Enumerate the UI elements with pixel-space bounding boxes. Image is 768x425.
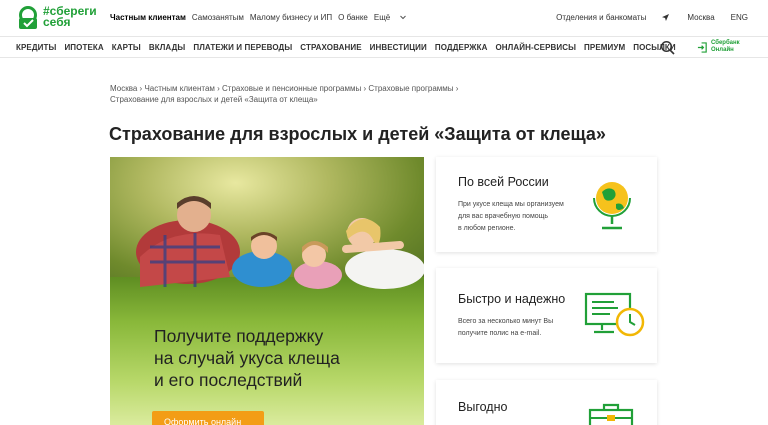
feature-card-desc: Всего за несколько минут Вы получите пол… [458,318,554,337]
nav-item-support[interactable]: ПОДДЕРЖКА [435,43,488,52]
feature-card-title: По всей России [458,175,549,189]
breadcrumb-item-insurance-pension[interactable]: Страховые и пенсионные программы [222,84,361,93]
feature-card-desc: При укусе клеща мы организуем для вас вр… [458,201,564,232]
feature-card-russia: По всей России При укусе клеща мы органи… [436,157,657,252]
top-right-links: Отделения и банкоматы Москва ENG [540,13,748,22]
top-link-selfemployed[interactable]: Самозанятым [192,13,244,22]
hero-line-1: Получите поддержку [154,326,324,346]
location-arrow-icon [662,14,670,22]
nav-item-insurance[interactable]: СТРАХОВАНИЕ [300,43,361,52]
feature-card-title: Быстро и надежно [458,292,566,306]
online-line-1: Сбербанк [711,40,740,46]
breadcrumb-separator-icon: › [455,84,459,93]
computer-clock-icon [584,292,645,337]
sberbank-logo[interactable]: #сбереги себя [16,4,97,30]
top-link-more[interactable]: Ещё [374,13,407,22]
breadcrumb-item-insurance-programs[interactable]: Страховые программы [368,84,453,93]
page-title: Страхование для взрослых и детей «Защита… [109,124,606,144]
logo-line-2: себя [43,15,71,29]
top-link-about[interactable]: О банке [338,13,368,22]
top-link-business[interactable]: Малому бизнесу и ИП [250,13,332,22]
nav-item-investments[interactable]: ИНВЕСТИЦИИ [370,43,427,52]
globe-icon [593,182,631,230]
feature-card-fast: Быстро и надежно Всего за несколько мину… [436,268,657,363]
offices-link[interactable]: Отделения и банкоматы [556,13,646,22]
nav-item-payments[interactable]: ПЛАТЕЖИ И ПЕРЕВОДЫ [193,43,292,52]
logo-lock-icon [19,6,37,29]
top-bar: #сбереги себя Частным клиентам Самозанят… [0,0,768,36]
city-selector[interactable]: Москва [662,13,715,22]
language-switch[interactable]: ENG [731,13,748,22]
main-nav: КРЕДИТЫ ИПОТЕКА КАРТЫ ВКЛАДЫ ПЛАТЕЖИ И П… [0,36,768,58]
online-line-2: Онлайн [711,47,734,53]
hero-line-2: на случай укуса клеща [154,348,340,368]
hero-banner: Получите поддержку на случай укуса клеща… [110,157,424,425]
feature-card-title: Выгодно [458,400,508,414]
briefcase-icon [588,403,634,425]
breadcrumb-item-current: Страхование для взрослых и детей «Защита… [110,95,318,104]
breadcrumb: Москва › Частным клиентам › Страховые и … [110,83,490,105]
nav-item-deposits[interactable]: ВКЛАДЫ [149,43,185,52]
chevron-down-icon [400,16,407,20]
breadcrumb-item-moscow[interactable]: Москва [110,84,137,93]
family-photo [136,196,424,289]
nav-item-premium[interactable]: ПРЕМИУМ [584,43,625,52]
hero-line-3: и его последствий [154,370,303,390]
search-icon[interactable] [660,40,676,56]
nav-item-cards[interactable]: КАРТЫ [112,43,141,52]
hero-headline: Получите поддержку на случай укуса клеща… [154,325,414,391]
sberbank-online-link[interactable]: Сбербанк Онлайн [697,40,740,54]
nav-item-credits[interactable]: КРЕДИТЫ [16,43,56,52]
nav-item-mortgage[interactable]: ИПОТЕКА [64,43,103,52]
apply-online-button[interactable]: Оформить онлайн [152,411,264,425]
top-link-private[interactable]: Частным клиентам [110,13,186,22]
breadcrumb-item-private[interactable]: Частным клиентам [144,84,214,93]
login-arrow-icon [697,41,707,53]
feature-card-profitable: Выгодно [436,380,657,425]
top-links: Частным клиентам Самозанятым Малому бизн… [110,13,412,22]
nav-item-online-services[interactable]: ОНЛАЙН-СЕРВИСЫ [495,43,576,52]
